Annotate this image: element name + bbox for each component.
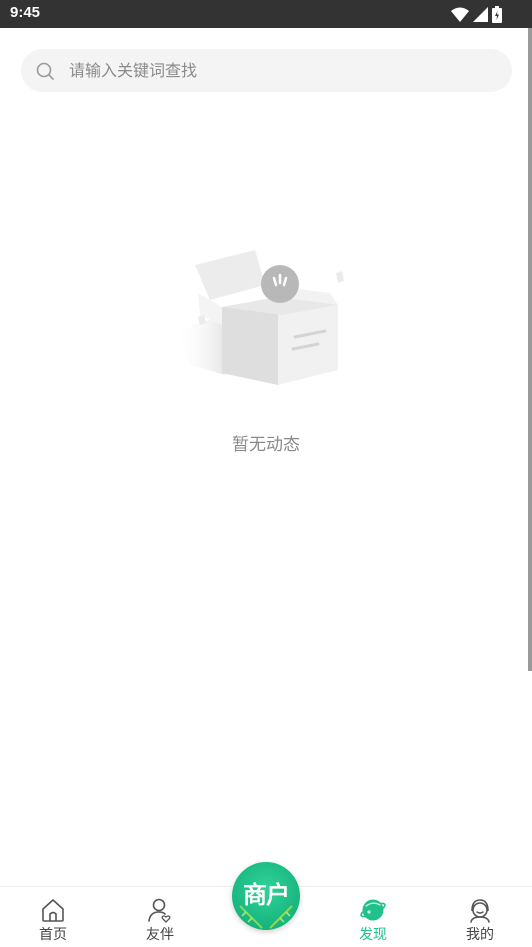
- nav-label-profile: 我的: [466, 927, 494, 943]
- scrollbar[interactable]: [528, 28, 532, 671]
- nav-item-home[interactable]: 首页: [13, 887, 93, 947]
- profile-icon: [470, 899, 490, 923]
- nav-item-profile[interactable]: 我的: [440, 887, 520, 947]
- search-bar[interactable]: [21, 49, 512, 92]
- status-time: 9:45: [10, 4, 41, 21]
- friend-icon: [148, 898, 171, 923]
- merchant-label: 商户: [243, 881, 290, 909]
- status-icons: [451, 5, 502, 23]
- empty-state-text: 暂无动态: [232, 435, 300, 455]
- nav-item-friends[interactable]: 友伴: [120, 887, 200, 947]
- search-icon: [36, 62, 54, 80]
- discover-planet-icon: [360, 899, 386, 921]
- status-bar: 9:45: [0, 0, 532, 28]
- nav-item-discover[interactable]: 发现: [333, 887, 413, 947]
- wifi-icon: [451, 7, 469, 22]
- signal-icon: [473, 6, 488, 22]
- battery-icon: [492, 5, 502, 23]
- merchant-button[interactable]: 商户: [232, 862, 300, 930]
- empty-box-illustration: [175, 250, 344, 385]
- search-input[interactable]: [69, 49, 489, 92]
- nav-label-friends: 友伴: [146, 927, 174, 943]
- nav-label-discover: 发现: [359, 927, 387, 943]
- home-icon: [42, 899, 64, 922]
- nav-label-home: 首页: [39, 927, 67, 943]
